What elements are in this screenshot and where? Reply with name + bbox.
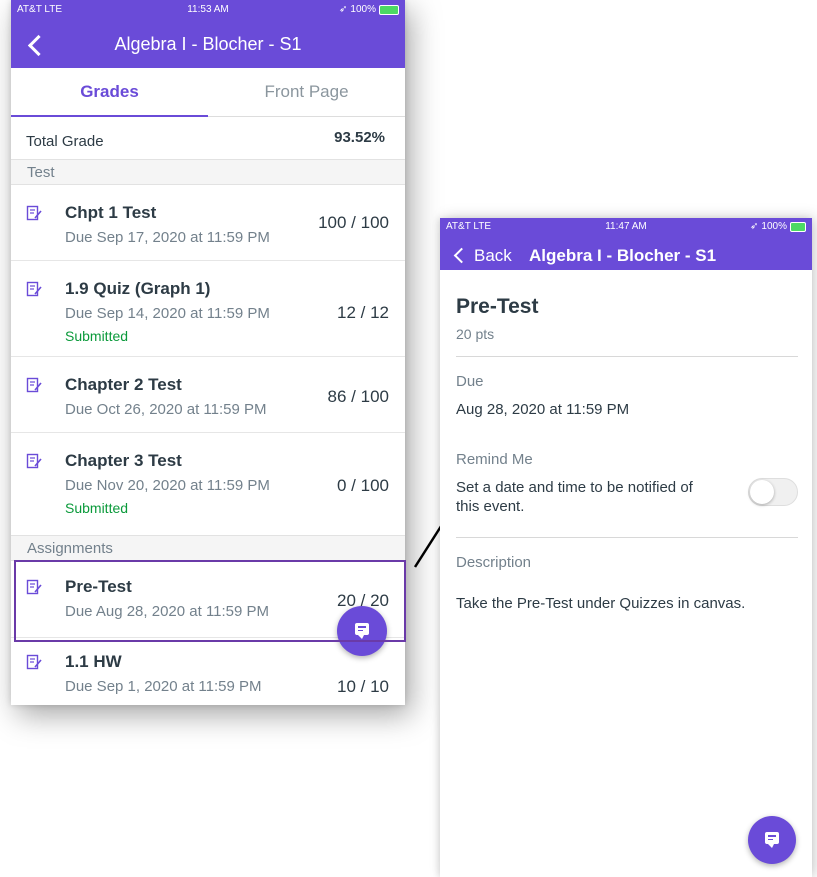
page-title: Algebra I - Blocher - S1 bbox=[114, 34, 302, 54]
chat-icon bbox=[355, 623, 369, 639]
chevron-left-icon bbox=[453, 247, 470, 264]
assignment-title: 1.1 HW bbox=[65, 652, 122, 671]
status-right: ➶ 100% bbox=[750, 221, 806, 232]
assignment-icon bbox=[26, 453, 42, 469]
assignment-due: Due Sep 17, 2020 at 11:59 PM bbox=[65, 229, 270, 246]
assignment-title: Pre-Test bbox=[65, 577, 132, 596]
chat-icon-line bbox=[358, 629, 363, 631]
divider bbox=[456, 537, 798, 538]
tab-grades-label: Grades bbox=[80, 82, 139, 101]
remind-me-text: this event. bbox=[456, 498, 525, 515]
description-label: Description bbox=[456, 554, 532, 571]
tab-grades[interactable]: Grades bbox=[11, 68, 208, 117]
battery-icon bbox=[379, 4, 399, 15]
assignment-row[interactable]: Chpt 1 Test Due Sep 17, 2020 at 11:59 PM… bbox=[11, 185, 405, 261]
assignment-score: 0 / 100 bbox=[337, 476, 389, 495]
section-header-assignments: Assignments bbox=[11, 535, 405, 561]
remind-me-toggle[interactable] bbox=[748, 478, 798, 506]
due-label: Due bbox=[456, 373, 484, 390]
chat-fab-button[interactable] bbox=[337, 606, 387, 656]
assignment-due: Due Nov 20, 2020 at 11:59 PM bbox=[65, 477, 270, 494]
event-title: Pre-Test bbox=[456, 295, 539, 318]
assignment-icon bbox=[26, 654, 42, 670]
location-icon: ➶ bbox=[339, 4, 348, 15]
assignment-score: 10 / 10 bbox=[337, 677, 389, 696]
assignment-row[interactable]: 1.9 Quiz (Graph 1) Due Sep 14, 2020 at 1… bbox=[11, 261, 405, 357]
assignment-due: Due Aug 28, 2020 at 11:59 PM bbox=[65, 603, 270, 620]
chat-fab-button[interactable] bbox=[748, 816, 796, 864]
assignment-score: 100 / 100 bbox=[318, 213, 389, 232]
assignment-title: Chapter 3 Test bbox=[65, 451, 182, 470]
section-header-test: Test bbox=[11, 159, 405, 185]
total-grade-label: Total Grade bbox=[26, 133, 104, 150]
nav-bar: AT&T LTE 11:47 AM ➶ 100% Back Algebra I … bbox=[440, 218, 812, 270]
battery-percent: 100% bbox=[350, 4, 376, 15]
chat-icon bbox=[765, 832, 779, 848]
assignment-row[interactable]: Chapter 2 Test Due Oct 26, 2020 at 11:59… bbox=[11, 357, 405, 433]
back-label: Back bbox=[474, 246, 512, 265]
submitted-status: Submitted bbox=[65, 500, 129, 516]
chat-icon-line bbox=[768, 838, 773, 840]
event-points: 20 pts bbox=[456, 326, 495, 342]
battery-percent: 100% bbox=[761, 221, 787, 232]
assignment-icon bbox=[26, 377, 42, 393]
grades-screen: AT&T LTE 11:53 AM ➶ 100% Algebra I - Blo… bbox=[11, 0, 405, 705]
page-title: Algebra I - Blocher - S1 bbox=[529, 246, 717, 265]
submitted-status: Submitted bbox=[65, 328, 129, 344]
total-grade-value: 93.52% bbox=[334, 129, 385, 146]
description-text: Take the Pre-Test under Quizzes in canva… bbox=[456, 595, 746, 612]
remind-me-text: Set a date and time to be notified of bbox=[456, 479, 693, 496]
assignment-title: 1.9 Quiz (Graph 1) bbox=[65, 279, 211, 298]
status-right: ➶ 100% bbox=[339, 4, 399, 15]
event-detail-screen: AT&T LTE 11:47 AM ➶ 100% Back Algebra I … bbox=[440, 218, 812, 877]
assignment-row[interactable]: Chapter 3 Test Due Nov 20, 2020 at 11:59… bbox=[11, 433, 405, 535]
nav-bar: AT&T LTE 11:53 AM ➶ 100% Algebra I - Blo… bbox=[11, 0, 405, 68]
assignment-due: Due Sep 1, 2020 at 11:59 PM bbox=[65, 678, 262, 695]
assignment-score: 12 / 12 bbox=[337, 303, 389, 322]
location-icon: ➶ bbox=[750, 221, 759, 232]
remind-me-label: Remind Me bbox=[456, 451, 533, 468]
due-value: Aug 28, 2020 at 11:59 PM bbox=[456, 401, 630, 418]
assignment-icon bbox=[26, 281, 42, 297]
assignment-due: Due Oct 26, 2020 at 11:59 PM bbox=[65, 401, 267, 418]
chat-icon-line bbox=[768, 835, 776, 837]
tab-bar: Grades Front Page bbox=[11, 68, 405, 117]
assignment-icon bbox=[26, 205, 42, 221]
toggle-knob bbox=[750, 480, 774, 504]
assignment-title: Chpt 1 Test bbox=[65, 203, 157, 222]
chat-icon-line bbox=[358, 626, 366, 628]
back-button[interactable]: Back bbox=[450, 244, 530, 268]
divider bbox=[456, 356, 798, 357]
total-grade-row: Total Grade 93.52% bbox=[11, 117, 405, 157]
tab-front-page-label: Front Page bbox=[264, 82, 349, 101]
battery-icon bbox=[790, 221, 806, 232]
assignment-icon bbox=[26, 579, 42, 595]
assignment-score: 86 / 100 bbox=[327, 387, 389, 406]
assignment-title: Chapter 2 Test bbox=[65, 375, 182, 394]
assignment-due: Due Sep 14, 2020 at 11:59 PM bbox=[65, 305, 270, 322]
tab-front-page[interactable]: Front Page bbox=[208, 68, 405, 116]
